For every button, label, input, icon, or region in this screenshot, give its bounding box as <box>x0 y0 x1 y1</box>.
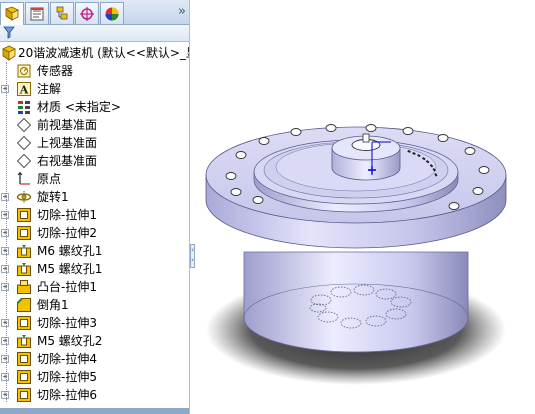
tree-item[interactable]: + 切除-拉伸4 <box>0 350 189 368</box>
configuration-icon <box>54 6 70 22</box>
origin-icon <box>16 171 32 187</box>
tree-item[interactable]: + M5 螺纹孔1 <box>0 260 189 278</box>
tree-item-label: 右视基准面 <box>37 154 98 168</box>
expand-toggle[interactable]: + <box>1 247 9 255</box>
revolve-icon <box>16 189 32 205</box>
plane-icon <box>16 135 32 151</box>
tree-item-label: 注解 <box>37 82 62 96</box>
panel-splitter[interactable]: ‹ › <box>190 0 195 414</box>
graphics-viewport[interactable] <box>196 0 535 414</box>
tree-item[interactable]: + 切除-拉伸1 <box>0 206 189 224</box>
filter-bar <box>0 25 189 42</box>
tree-item-label: M5 螺纹孔2 <box>37 334 103 348</box>
cut-extrude-icon <box>16 387 32 403</box>
cut-extrude-icon <box>16 225 32 241</box>
expand-toggle[interactable]: + <box>1 85 9 93</box>
expand-toggle[interactable]: + <box>1 193 9 201</box>
expand-toggle[interactable]: + <box>1 229 9 237</box>
tree-item-label: 旋转1 <box>37 190 69 204</box>
tree-item-label: 原点 <box>37 172 62 186</box>
tree-item[interactable]: + M6 螺纹孔1 <box>0 242 189 260</box>
tree-item-label: 传感器 <box>37 64 74 78</box>
output-hub <box>331 133 401 181</box>
tree-connector-line <box>6 62 7 402</box>
tree-item[interactable]: + 凸台-拉伸1 <box>0 278 189 296</box>
tree-item-label: 切除-拉伸4 <box>37 352 97 366</box>
tree-item-label: 切除-拉伸2 <box>37 226 97 240</box>
collapse-panel-handle[interactable]: ‹ › <box>190 244 195 268</box>
manager-tabbar: » <box>0 0 189 25</box>
expand-toggle[interactable]: + <box>1 391 9 399</box>
tree-item-label: 上视基准面 <box>37 136 98 150</box>
cut-extrude-icon <box>16 369 32 385</box>
tree-item-label: 材质 <未指定> <box>37 100 121 114</box>
tree-item[interactable]: 右视基准面 <box>0 152 189 170</box>
dimxpert-icon <box>79 6 95 22</box>
expand-toggle[interactable]: + <box>1 265 9 273</box>
expand-toggle[interactable]: + <box>1 337 9 345</box>
tree-item[interactable]: + 切除-拉伸6 <box>0 386 189 404</box>
tree-item-label: 切除-拉伸5 <box>37 370 97 384</box>
tree-item[interactable]: 原点 <box>0 170 189 188</box>
housing-body <box>243 251 469 353</box>
appearance-icon <box>104 6 120 22</box>
tree-item-label: 切除-拉伸1 <box>37 208 97 222</box>
tree-item[interactable]: 倒角1 <box>0 296 189 314</box>
chamfer-icon <box>16 297 32 313</box>
feature-manager-panel: » 20谐波减速机 (默认<<默认>_显 传感器 + A 注解材质 <未指定> 前视基准… <box>0 0 190 414</box>
tab-property-manager[interactable] <box>25 2 49 24</box>
tree-item[interactable]: + 切除-拉伸3 <box>0 314 189 332</box>
hole-wizard-icon <box>16 333 32 349</box>
tree-item-label: 倒角1 <box>37 298 69 312</box>
expand-toggle[interactable]: + <box>1 283 9 291</box>
tree-item[interactable]: 传感器 <box>0 62 189 80</box>
tree-root-part[interactable]: 20谐波减速机 (默认<<默认>_显 <box>0 44 190 62</box>
tree-item[interactable]: + 切除-拉伸5 <box>0 368 189 386</box>
svg-text:A: A <box>19 84 29 97</box>
tab-configuration-manager[interactable] <box>50 2 74 24</box>
plane-icon <box>16 117 32 133</box>
tree-item-label: 前视基准面 <box>37 118 98 132</box>
hole-wizard-icon <box>16 243 32 259</box>
plane-icon <box>16 153 32 169</box>
tab-dimxpert-manager[interactable] <box>75 2 99 24</box>
tree-item[interactable]: 前视基准面 <box>0 116 189 134</box>
tree-item[interactable]: 材质 <未指定> <box>0 98 189 116</box>
tree-item[interactable]: + A 注解 <box>0 80 189 98</box>
model-view <box>205 124 507 385</box>
feature-tree-icon <box>4 6 20 22</box>
boss-extrude-icon <box>16 279 32 295</box>
tab-feature-manager[interactable] <box>0 2 24 25</box>
part-icon <box>1 45 17 61</box>
tree-item-label: 凸台-拉伸1 <box>37 280 97 294</box>
feature-tree: 20谐波减速机 (默认<<默认>_显 传感器 + A 注解材质 <未指定> 前视基准面上… <box>0 44 190 404</box>
expand-toggle[interactable]: + <box>1 373 9 381</box>
tree-item-label: 切除-拉伸6 <box>37 388 97 402</box>
tree-item[interactable]: + M5 螺纹孔2 <box>0 332 189 350</box>
panel-bottom-edge <box>0 408 189 414</box>
more-tabs-chevron[interactable]: » <box>178 4 186 19</box>
tree-item-label: M5 螺纹孔1 <box>37 262 103 276</box>
annotation-icon: A <box>16 81 32 97</box>
tree-item-label: M6 螺纹孔1 <box>37 244 103 258</box>
part-name: 20谐波减速机 (默认<<默认>_显 <box>18 46 190 60</box>
expand-toggle[interactable]: + <box>1 319 9 327</box>
expand-toggle[interactable]: + <box>1 211 9 219</box>
cut-extrude-icon <box>16 315 32 331</box>
tree-item-label: 切除-拉伸3 <box>37 316 97 330</box>
expand-toggle[interactable]: + <box>1 355 9 363</box>
sensor-icon <box>16 63 32 79</box>
cut-extrude-icon <box>16 207 32 223</box>
tree-item[interactable]: + 切除-拉伸2 <box>0 224 189 242</box>
tree-item[interactable]: 上视基准面 <box>0 134 189 152</box>
tree-item[interactable]: + 旋转1 <box>0 188 189 206</box>
property-icon <box>29 6 45 22</box>
filter-icon[interactable] <box>3 26 15 42</box>
cut-extrude-icon <box>16 351 32 367</box>
hole-wizard-icon <box>16 261 32 277</box>
material-icon <box>16 99 32 115</box>
tab-display-manager[interactable] <box>100 2 124 24</box>
